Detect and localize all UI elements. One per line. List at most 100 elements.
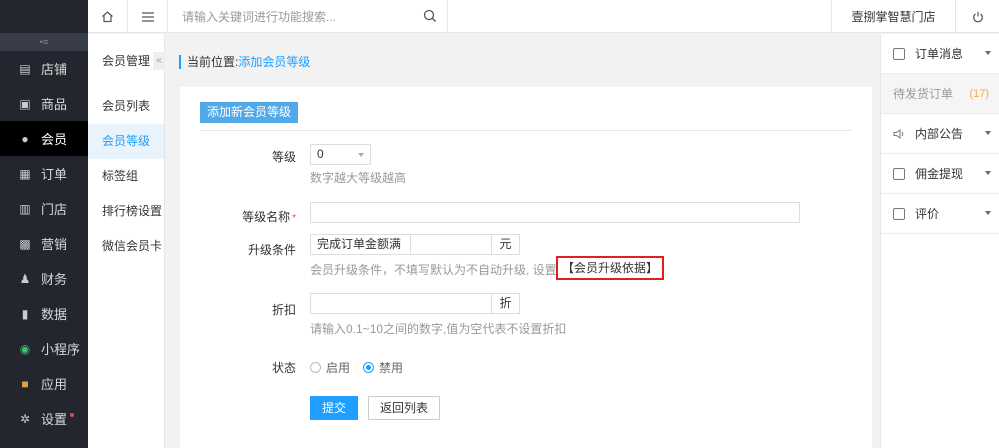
sidebar-item-shop[interactable]: ▥ 门店 <box>0 191 88 226</box>
sidebar-collapse-toggle[interactable]: •≡ <box>0 33 88 51</box>
upgrade-hint: 会员升级条件，不填写默认为不自动升级, 设置 <box>310 263 557 277</box>
breadcrumb-current[interactable]: 添加会员等级 <box>238 55 310 69</box>
internal-notice-toggle[interactable]: 内部公告 <box>881 114 999 154</box>
secondary-menu: 会员管理 « 会员列表 会员等级 标签组 排行榜设置 微信会员卡 <box>88 34 165 448</box>
sidebar-item-label: 订单 <box>41 167 68 182</box>
level-name-label-text: 等级名称 <box>242 210 291 224</box>
pending-orders-item[interactable]: 待发货订单 (17) <box>881 74 999 114</box>
top-bar: 请输入关键词进行功能搜索... 壹捌掌智慧门店 <box>88 0 999 33</box>
divider <box>200 130 852 131</box>
miniprogram-icon: ◉ <box>19 341 31 356</box>
status-label: 状态 <box>271 361 296 375</box>
sidebar-item-label: 门店 <box>41 202 68 217</box>
level-label: 等级 <box>271 150 296 164</box>
status-radio-disable[interactable]: 禁用 <box>363 359 403 376</box>
discount-input[interactable] <box>310 293 492 314</box>
sidebar-item-settings[interactable]: ✲ 设置 <box>0 401 88 436</box>
order-messages-toggle[interactable]: 订单消息 <box>881 34 999 74</box>
notification-dot <box>70 412 75 417</box>
upgrade-unit: 元 <box>491 234 520 255</box>
discount-unit: 折 <box>491 293 520 314</box>
status-radio-enable[interactable]: 启用 <box>310 359 350 376</box>
sidebar-item-label: 小程序 <box>41 342 81 357</box>
home-button[interactable] <box>88 0 128 33</box>
submit-button[interactable]: 提交 <box>310 396 359 420</box>
caret-down-icon <box>985 131 991 135</box>
radio-circle <box>310 362 321 373</box>
upgrade-basis-link[interactable]: 【会员升级依据】 <box>556 256 665 280</box>
pending-orders-count: (17) <box>969 87 989 100</box>
sidebar-item-marketing[interactable]: ▩ 营销 <box>0 226 88 261</box>
goods-icon: ▣ <box>19 96 31 111</box>
upgrade-type-select[interactable]: 完成订单金额满 <box>310 234 411 255</box>
level-name-label: 等级名称 * <box>226 208 296 225</box>
submenu-item-ranking-settings[interactable]: 排行榜设置 <box>88 194 164 229</box>
upgrade-condition-label: 升级条件 <box>247 243 296 257</box>
caret-down-icon <box>985 211 991 215</box>
sidebar-item-miniprogram[interactable]: ◉ 小程序 <box>0 331 88 366</box>
comment-icon <box>893 207 905 220</box>
order-messages-label: 订单消息 <box>915 47 964 61</box>
tab-add-member-level[interactable]: 添加新会员等级 <box>200 102 299 123</box>
data-icon: ▮ <box>21 306 29 321</box>
sidebar-item-finance[interactable]: ♟ 财务 <box>0 261 88 296</box>
collapse-submenu-icon[interactable]: « <box>153 52 165 70</box>
member-icon: ● <box>21 131 29 146</box>
sidebar-item-goods[interactable]: ▣ 商品 <box>0 86 88 121</box>
commission-withdraw-toggle[interactable]: 佣金提现 <box>881 154 999 194</box>
radio-disable-label: 禁用 <box>379 361 404 375</box>
sidebar-item-store[interactable]: ▤ 店铺 <box>0 51 88 86</box>
upgrade-amount-input[interactable] <box>410 234 492 255</box>
level-hint: 数字越大等级越高 <box>310 171 407 185</box>
sidebar-item-order[interactable]: ▦ 订单 <box>0 156 88 191</box>
sidebar-item-label: 营销 <box>41 237 68 252</box>
discount-hint: 请输入0.1~10之间的数字,值为空代表不设置折扣 <box>310 322 567 336</box>
store-name[interactable]: 壹捌掌智慧门店 <box>831 0 956 33</box>
submenu-item-wechat-card[interactable]: 微信会员卡 <box>88 229 164 264</box>
back-to-list-button[interactable]: 返回列表 <box>368 396 441 420</box>
shop-icon: ▥ <box>19 201 31 216</box>
main-content: 当前位置:添加会员等级 添加新会员等级 等级 0 数字越大等级越高 等级名称 * … <box>165 34 880 448</box>
pending-orders-label: 待发货订单 <box>893 87 954 101</box>
level-select-value: 0 <box>317 147 324 161</box>
search-input[interactable]: 请输入关键词进行功能搜索... <box>168 0 448 33</box>
breadcrumb-prefix: 当前位置: <box>187 55 239 69</box>
radio-enable-label: 启用 <box>326 361 351 375</box>
sidebar-item-label: 财务 <box>41 272 68 287</box>
submenu-title: 会员管理 « <box>88 34 165 89</box>
caret-down-icon <box>985 171 991 175</box>
sidebar-item-label: 设置 <box>41 412 68 427</box>
submenu-item-member-level[interactable]: 会员等级 <box>88 124 164 159</box>
required-mark: * <box>292 213 296 224</box>
search-placeholder: 请输入关键词进行功能搜索... <box>182 10 337 24</box>
home-icon <box>102 11 113 23</box>
discount-label: 折扣 <box>271 303 296 317</box>
sidebar-item-apps[interactable]: ■ 应用 <box>0 366 88 401</box>
apps-icon: ■ <box>21 376 29 391</box>
submenu-item-tag-group[interactable]: 标签组 <box>88 159 164 194</box>
caret-down-icon <box>985 51 991 55</box>
submenu-title-text: 会员管理 <box>102 54 151 68</box>
sidebar-item-label: 会员 <box>41 132 68 147</box>
form-card: 添加新会员等级 等级 0 数字越大等级越高 等级名称 * 升级条件 完成订单金额满… <box>180 87 872 448</box>
sidebar-item-label: 数据 <box>41 307 68 322</box>
speaker-icon <box>893 128 904 139</box>
menu-toggle-button[interactable] <box>128 0 168 33</box>
logout-button[interactable] <box>956 0 999 33</box>
sidebar-item-data[interactable]: ▮ 数据 <box>0 296 88 331</box>
settings-icon: ✲ <box>19 411 31 426</box>
sidebar-item-member[interactable]: ● 会员 <box>0 121 88 156</box>
level-name-input[interactable] <box>310 202 800 223</box>
submenu-item-member-list[interactable]: 会员列表 <box>88 89 164 124</box>
wallet-icon <box>893 167 905 180</box>
sidebar-item-label: 应用 <box>41 377 68 392</box>
level-select[interactable]: 0 <box>310 144 371 165</box>
commission-withdraw-label: 佣金提现 <box>915 167 964 181</box>
sidebar-item-label: 商品 <box>41 97 68 112</box>
logo-area <box>0 0 88 33</box>
search-icon[interactable] <box>423 9 437 23</box>
review-toggle[interactable]: 评价 <box>881 194 999 234</box>
internal-notice-label: 内部公告 <box>915 127 964 141</box>
clipboard-icon <box>893 47 905 60</box>
power-icon <box>972 11 983 22</box>
